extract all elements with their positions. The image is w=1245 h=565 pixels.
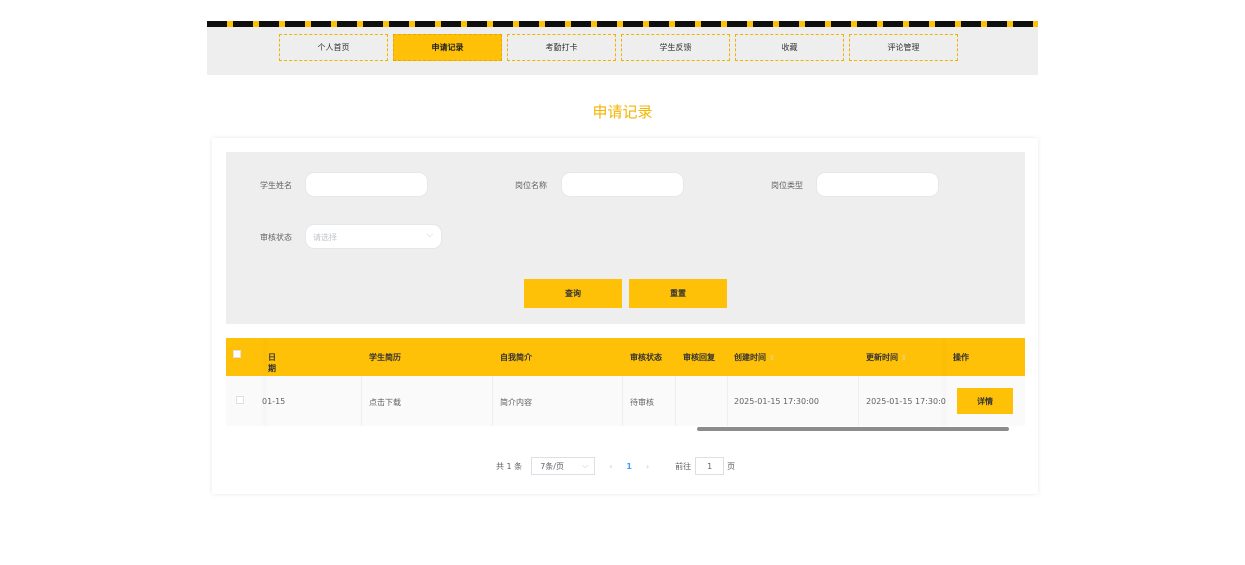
header-created-label: 创建时间: [734, 353, 766, 362]
cell-date: 01-15: [262, 397, 286, 406]
header-reply: 审核回复: [683, 353, 715, 362]
review-status-label: 审核状态: [260, 233, 292, 242]
review-status-placeholder: 请选择: [313, 233, 337, 242]
page-size-value: 7条/页: [540, 461, 564, 471]
position-name-label: 岗位名称: [515, 181, 547, 190]
student-name-input[interactable]: [305, 172, 428, 197]
position-type-input[interactable]: [816, 172, 939, 197]
query-button[interactable]: 查询: [524, 279, 622, 308]
top-nav: 个人首页 申请记录 考勤打卡 学生反馈 收藏 评论管理: [207, 21, 1038, 75]
goto-page-input[interactable]: 1: [695, 457, 725, 475]
header-status: 审核状态: [630, 353, 662, 362]
header-updated-label: 更新时间: [866, 353, 898, 362]
tab-attendance[interactable]: 考勤打卡: [507, 34, 616, 61]
header-resume: 学生简历: [369, 353, 401, 362]
student-name-label: 学生姓名: [260, 181, 292, 190]
tab-student-feedback[interactable]: 学生反馈: [621, 34, 730, 61]
position-name-input[interactable]: [561, 172, 684, 197]
column-divider: [727, 376, 728, 426]
position-type-label: 岗位类型: [771, 181, 803, 190]
column-divider: [622, 376, 623, 426]
tab-favorites[interactable]: 收藏: [735, 34, 844, 61]
column-divider: [858, 376, 859, 426]
table-row: 01-15 点击下载 简介内容 待审核 2025-01-15 17:30:00 …: [226, 376, 1025, 426]
goto-prefix: 前往: [675, 461, 692, 471]
resume-download-link[interactable]: 点击下载: [369, 397, 401, 408]
records-table: 日期 学生简历 自我简介 审核状态 审核回复 创建时间 ⇕ 更新时间 ⇕ 操作 01…: [226, 338, 1025, 433]
review-status-select[interactable]: 请选择 ⌵: [305, 224, 442, 249]
chevron-down-icon: ⌵: [426, 230, 433, 239]
tab-application-records[interactable]: 申请记录: [393, 34, 502, 61]
tab-home[interactable]: 个人首页: [279, 34, 388, 61]
cell-status: 待审核: [630, 398, 654, 407]
page-size-select[interactable]: 7条/页 ⌵: [531, 457, 596, 475]
decorative-stripe: [207, 21, 1038, 27]
page-number[interactable]: 1: [626, 462, 632, 471]
pagination-total: 共 1 条: [496, 461, 523, 471]
records-card: 学生姓名 岗位名称 岗位类型 审核状态 请选择 ⌵ 查询 重置 日期 学生简历 …: [212, 138, 1038, 494]
chevron-down-icon: ⌵: [582, 461, 589, 470]
pagination: 共 1 条 7条/页 ⌵ ‹ 1 › 前往 1 页: [496, 456, 735, 476]
header-intro: 自我简介: [500, 353, 532, 362]
sort-icon[interactable]: ⇕: [769, 354, 775, 362]
column-divider: [492, 376, 493, 426]
next-page-icon[interactable]: ›: [646, 462, 649, 471]
select-all-checkbox[interactable]: [233, 350, 241, 358]
nav-tabs: 个人首页 申请记录 考勤打卡 学生反馈 收藏 评论管理: [279, 34, 958, 61]
filter-panel: 学生姓名 岗位名称 岗位类型 审核状态 请选择 ⌵ 查询 重置: [226, 152, 1025, 324]
column-divider: [675, 376, 676, 426]
header-created: 创建时间 ⇕: [734, 352, 775, 363]
header-date: 日期: [268, 353, 276, 373]
cell-created: 2025-01-15 17:30:00: [734, 397, 819, 406]
goto-suffix: 页: [727, 461, 736, 471]
fixed-column-shadow: [946, 338, 947, 426]
reset-button[interactable]: 重置: [629, 279, 727, 308]
fixed-column-shadow: [262, 338, 263, 426]
header-action: 操作: [953, 353, 969, 362]
prev-page-icon[interactable]: ‹: [609, 462, 612, 471]
horizontal-scrollbar[interactable]: [697, 427, 1009, 431]
sort-icon[interactable]: ⇕: [901, 354, 907, 362]
table-header: 日期 学生简历 自我简介 审核状态 审核回复 创建时间 ⇕ 更新时间 ⇕ 操作: [226, 338, 1025, 376]
column-divider: [361, 376, 362, 426]
header-updated: 更新时间 ⇕: [866, 352, 907, 363]
cell-intro: 简介内容: [500, 398, 532, 407]
cell-updated: 2025-01-15 17:30:0: [866, 397, 946, 406]
tab-comment-management[interactable]: 评论管理: [849, 34, 958, 61]
page-title: 申请记录: [592, 103, 653, 121]
row-checkbox[interactable]: [236, 396, 244, 404]
detail-button[interactable]: 详情: [957, 388, 1013, 414]
